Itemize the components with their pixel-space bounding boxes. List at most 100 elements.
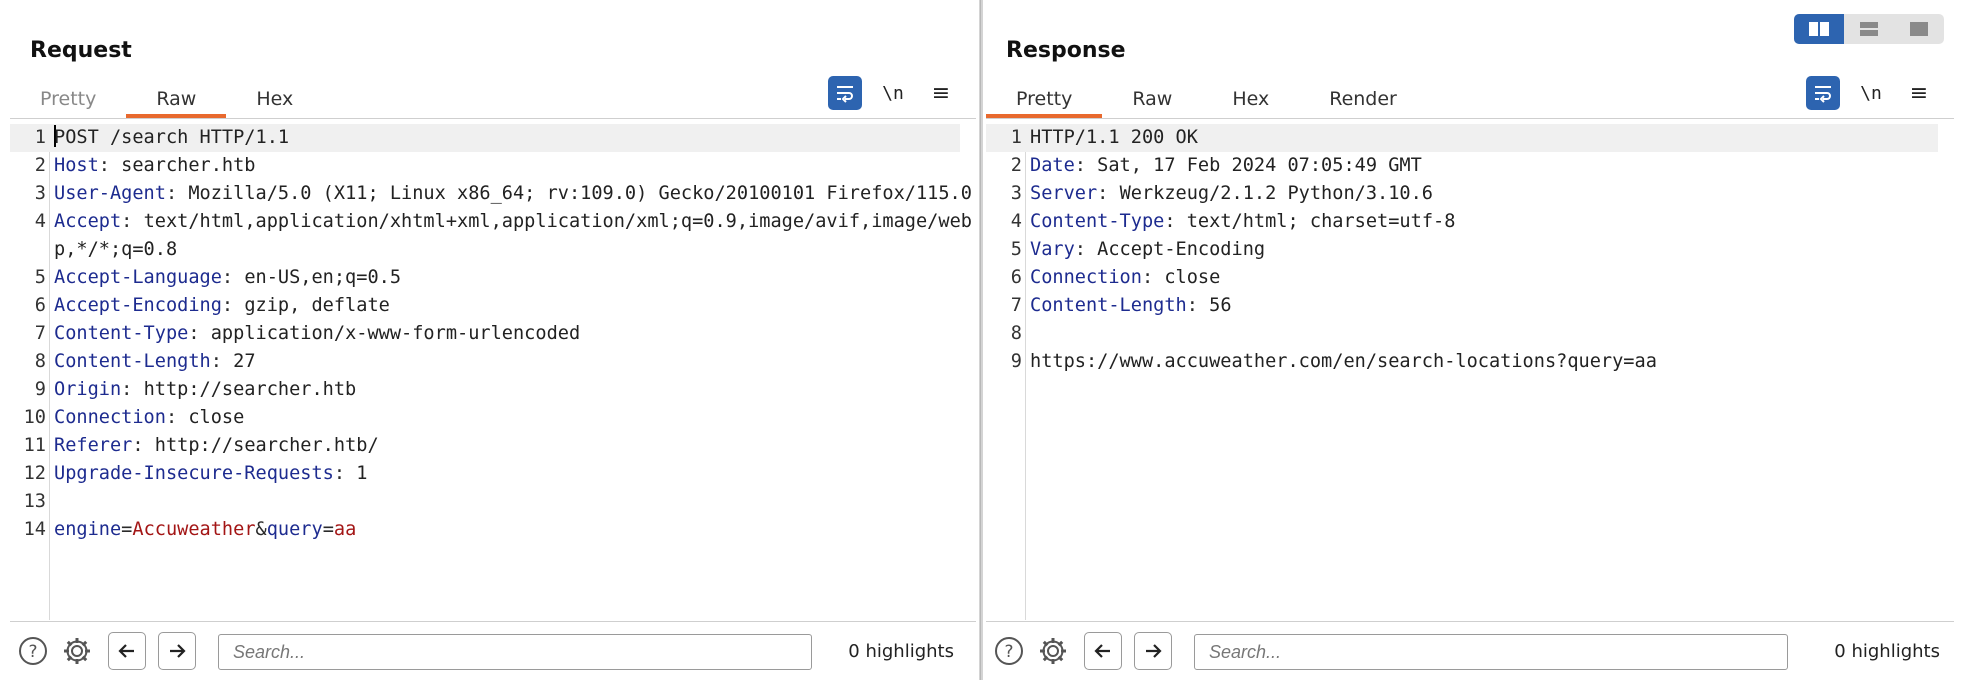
header-name: Content-Length — [1030, 295, 1187, 316]
header-separator: : — [221, 295, 245, 316]
tab-raw[interactable]: Raw — [126, 80, 227, 118]
menu-icon[interactable]: ≡ — [1902, 76, 1936, 110]
line-number: 1 — [34, 127, 46, 148]
previous-match-button[interactable] — [108, 632, 146, 670]
response-title: Response — [1006, 38, 1126, 63]
request-lines: 1 POST /search HTTP/1.1 2 Host: searcher.ht… — [10, 124, 976, 544]
single-pane-icon — [1910, 22, 1928, 36]
header-name: Accept-Language — [54, 267, 222, 288]
header-name: Date — [1030, 155, 1075, 176]
response-search-input[interactable] — [1194, 634, 1788, 670]
line-number: 9 — [34, 379, 46, 400]
settings-button[interactable] — [60, 634, 94, 668]
show-newlines-button[interactable]: \n — [1854, 76, 1888, 110]
layout-switcher — [1794, 14, 1944, 44]
tab-raw[interactable]: Raw — [1102, 80, 1202, 118]
header-separator: : — [221, 267, 245, 288]
show-newlines-button[interactable]: \n — [876, 76, 910, 110]
code-line: 1 POST /search HTTP/1.1 — [10, 124, 960, 152]
request-editor[interactable]: 1 POST /search HTTP/1.1 2 Host: searcher.ht… — [10, 124, 976, 620]
header-separator: : — [98, 155, 122, 176]
tab-pretty[interactable]: Pretty — [986, 80, 1103, 118]
line-number: 8 — [34, 351, 46, 372]
word-wrap-button[interactable] — [1806, 76, 1840, 110]
request-search-input[interactable] — [218, 634, 812, 670]
header-separator: : — [1141, 267, 1165, 288]
settings-button[interactable] — [1036, 634, 1070, 668]
response-panel: Response Pretty Raw Hex Render \n ≡ 1 HTTP/1… — [986, 0, 1954, 680]
param-equals: = — [322, 519, 334, 540]
code-line: 13 — [10, 488, 976, 516]
gear-icon — [64, 638, 90, 664]
menu-icon[interactable]: ≡ — [924, 76, 958, 110]
header-name: Content-Type — [54, 323, 189, 344]
tab-hex[interactable]: Hex — [1202, 80, 1299, 118]
arrow-right-icon — [1146, 644, 1162, 658]
code-line: 8 Content-Length: 27 — [10, 348, 976, 376]
code-line: 4 Accept: text/html,application/xhtml+xml… — [10, 208, 976, 264]
header-value: gzip, deflate — [244, 295, 390, 316]
code-line: 1 HTTP/1.1 200 OK — [986, 124, 1938, 152]
tab-pretty[interactable]: Pretty — [10, 80, 126, 118]
help-button[interactable]: ? — [16, 634, 50, 668]
response-editor[interactable]: 1 HTTP/1.1 200 OK 2 Date: Sat, 17 Feb 2024 … — [986, 124, 1954, 620]
header-separator: : — [1097, 183, 1120, 204]
param-name: query — [266, 519, 323, 540]
request-tabs: Pretty Raw Hex — [10, 80, 323, 118]
request-highlights-count: 0 highlights — [848, 641, 954, 662]
tab-render[interactable]: Render — [1299, 80, 1427, 118]
header-name: Accept — [54, 211, 122, 232]
line-text: POST /search HTTP/1.1 — [54, 127, 290, 148]
code-line: 3 Server: Werkzeug/2.1.2 Python/3.10.6 — [986, 180, 1954, 208]
header-separator: : — [1074, 239, 1098, 260]
header-value: close — [188, 407, 245, 428]
code-line: 9 Origin: http://searcher.htb — [10, 376, 976, 404]
line-number: 1 — [1010, 127, 1022, 148]
response-tabs: Pretty Raw Hex Render — [986, 80, 1427, 118]
code-line: 11 Referer: http://searcher.htb/ — [10, 432, 976, 460]
next-match-button[interactable] — [1134, 632, 1172, 670]
code-line: 5 Vary: Accept-Encoding — [986, 236, 1954, 264]
layout-top-bottom-button[interactable] — [1844, 14, 1894, 44]
header-separator: : — [1186, 295, 1210, 316]
param-value: Accuweather — [132, 519, 256, 540]
word-wrap-button[interactable] — [828, 76, 862, 110]
layout-side-by-side-button[interactable] — [1794, 14, 1844, 44]
header-name: Server — [1030, 183, 1098, 204]
code-line: 8 — [986, 320, 1954, 348]
line-number: 5 — [1010, 239, 1022, 260]
param-value: aa — [333, 519, 357, 540]
header-value: 27 — [233, 351, 256, 372]
response-search-bar: ? 0 highlights — [986, 632, 1954, 672]
line-number: 12 — [23, 463, 46, 484]
tab-hex[interactable]: Hex — [226, 80, 323, 118]
header-value: text/html,application/xhtml+xml,applicat… — [54, 211, 972, 260]
param-equals: = — [121, 519, 133, 540]
line-number: 6 — [34, 295, 46, 316]
help-button[interactable]: ? — [992, 634, 1026, 668]
code-line: 7 Content-Length: 56 — [986, 292, 1954, 320]
line-number: 7 — [34, 323, 46, 344]
help-icon: ? — [995, 637, 1023, 665]
header-separator: : — [1074, 155, 1098, 176]
response-highlights-count: 0 highlights — [1834, 641, 1940, 662]
header-separator: : — [188, 323, 211, 344]
param-separator: & — [255, 519, 267, 540]
code-line: 12 Upgrade-Insecure-Requests: 1 — [10, 460, 976, 488]
header-name: Origin — [54, 379, 122, 400]
header-value: searcher.htb — [121, 155, 256, 176]
next-match-button[interactable] — [158, 632, 196, 670]
code-line: 6 Connection: close — [986, 264, 1954, 292]
header-value: Sat, 17 Feb 2024 07:05:49 GMT — [1097, 155, 1422, 176]
line-number: 4 — [34, 211, 46, 232]
line-number: 7 — [1010, 295, 1022, 316]
code-line: 9 https://www.accuweather.com/en/search-l… — [986, 348, 1954, 376]
tabs-divider — [986, 118, 1954, 119]
layout-single-button[interactable] — [1894, 14, 1944, 44]
header-name: Connection — [1030, 267, 1142, 288]
arrow-right-icon — [170, 644, 186, 658]
code-line: 4 Content-Type: text/html; charset=utf-8 — [986, 208, 1954, 236]
previous-match-button[interactable] — [1084, 632, 1122, 670]
line-text: HTTP/1.1 200 OK — [1030, 127, 1198, 148]
panel-splitter[interactable] — [979, 0, 983, 680]
